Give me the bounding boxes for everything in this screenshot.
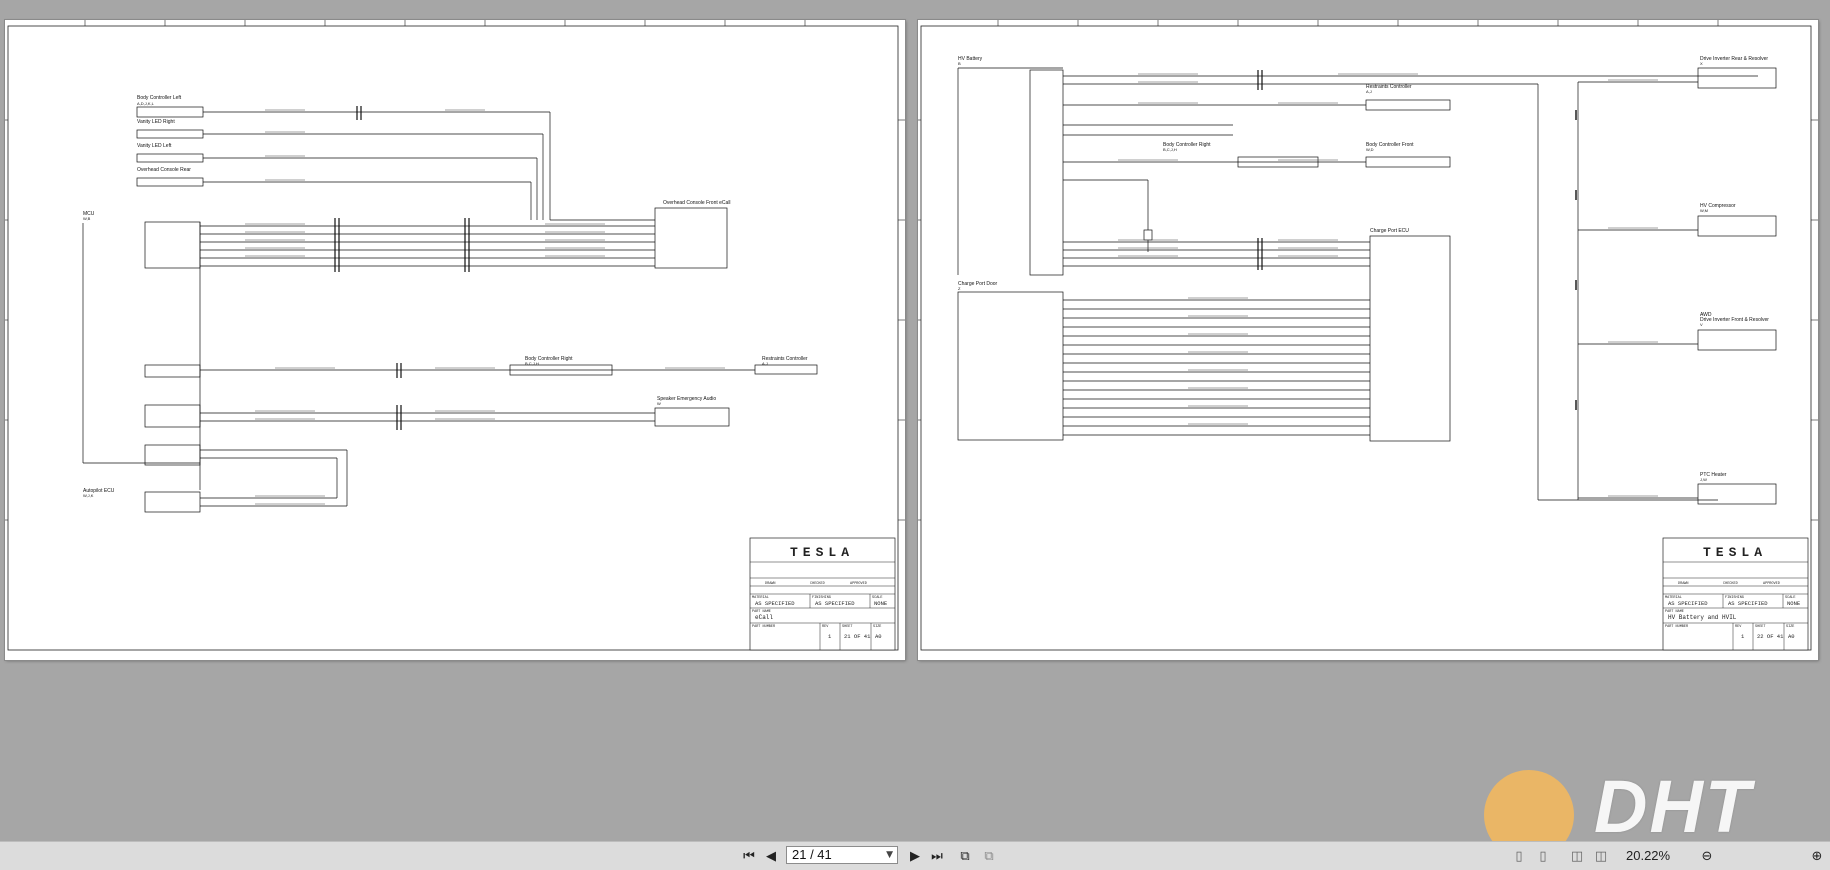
speaker-emergency-audio-id: W [657, 401, 661, 406]
two-page-view-icon[interactable]: ◫ [1568, 847, 1586, 865]
watermark-logo-text: DHT [1594, 765, 1753, 848]
schematic-sheet-left: Body Controller Left A,D,J,K,L Vanity LE… [5, 20, 905, 660]
restraints-controller-id: A,J [1366, 89, 1372, 94]
page-dropdown-chevron-icon[interactable]: ▼ [886, 847, 893, 863]
part-name: eCall [755, 614, 773, 621]
ptc-heater-id: J,W [1700, 477, 1707, 482]
scale-value: NONE [874, 600, 888, 607]
sheet-value: 22 OF 41 [1757, 633, 1784, 640]
speaker-emergency-audio-label: Speaker Emergency Audio [657, 396, 716, 402]
body-controller-right-id: B,C,J,H [1163, 147, 1177, 152]
schematic-ecall: Body Controller Left A,D,J,K,L Vanity LE… [5, 20, 905, 651]
hv-compressor-id: W,M [1700, 208, 1708, 213]
rev-label: REV [822, 625, 829, 629]
approved-label: APPROVED [850, 582, 867, 586]
single-page-view-icon[interactable]: ▯ [1510, 847, 1528, 865]
zoom-level[interactable]: 20.22% [1626, 848, 1670, 863]
finishing-value: AS SPECIFIED [815, 600, 855, 607]
next-page-icon[interactable]: ▶ [906, 847, 924, 865]
size-value: A0 [1788, 633, 1795, 640]
drawn-label: DRAWN [1678, 582, 1689, 586]
wiring-diagram-hv-battery [957, 67, 1777, 505]
viewer-toolbar: ⏮ ◀ 21 / 41 ▼ ▶ ⏭ ⧉ ⧉ ▯ ▯ ◫ ◫ 20.22% ⊖ ⊕ [0, 841, 1830, 870]
previous-page-icon[interactable]: ◀ [762, 847, 780, 865]
part-number-label: PART NUMBER [752, 625, 776, 629]
size-value: A0 [875, 633, 882, 640]
restraints-controller-label: Restraints Controller [762, 356, 808, 362]
overhead-console-rear-label: Overhead Console Rear [137, 167, 191, 173]
autopilot-ecu-id: W,J,K [83, 493, 94, 498]
zoom-out-icon[interactable]: ⊖ [1698, 847, 1716, 865]
vanity-led-left-label: Vanity LED Left [137, 143, 172, 149]
part-name: HV Battery and HVIL [1668, 614, 1737, 621]
continuous-view-icon[interactable]: ▯ [1534, 847, 1552, 865]
body-controller-front-id: W,D [1366, 147, 1374, 152]
body-controller-left-id: A,D,J,K,L [137, 101, 155, 106]
hv-battery-label: HV Battery [958, 56, 983, 62]
tesla-logo: TESLA [790, 545, 854, 560]
hv-battery-id: B [958, 61, 961, 66]
copy-pages-icon[interactable]: ⧉ [956, 847, 974, 865]
page-number-value: 21 / 41 [792, 847, 832, 862]
last-page-icon[interactable]: ⏭ [928, 847, 946, 865]
zoom-in-icon[interactable]: ⊕ [1808, 847, 1826, 865]
charge-port-door-label: Charge Port Door [958, 281, 998, 287]
restraints-controller-label: Restraints Controller [1366, 84, 1412, 90]
material-value: AS SPECIFIED [1668, 600, 1708, 607]
schematic-sheet-right: HV Battery B Restraints Controller A,J B… [918, 20, 1818, 660]
mcu-id: W,B [83, 216, 91, 221]
title-block-sheet-22: TESLA DRAWN CHECKED APPROVED MATERIAL AS… [1662, 537, 1809, 651]
drawn-label: DRAWN [765, 582, 776, 586]
two-page-continuous-icon[interactable]: ◫ [1592, 847, 1610, 865]
title-block-sheet-21: TESLA DRAWN CHECKED APPROVED MATERIAL AS… [749, 537, 896, 651]
wiring-diagram-ecall [82, 106, 818, 513]
charge-port-ecu-label: Charge Port ECU [1370, 228, 1409, 234]
schematic-hv-battery: HV Battery B Restraints Controller A,J B… [918, 20, 1818, 651]
size-label: SIZE [1786, 625, 1794, 629]
overhead-console-front-label: Overhead Console Front eCall [663, 200, 731, 206]
tesla-logo: TESLA [1703, 545, 1767, 560]
vanity-led-right-label: Vanity LED Right [137, 119, 175, 125]
drive-inverter-front-label: Drive Inverter Front & Resolver [1700, 317, 1769, 323]
drive-inverter-rear-label: Drive Inverter Rear & Resolver [1700, 56, 1768, 62]
page-number-input[interactable]: 21 / 41 ▼ [786, 846, 898, 864]
sheet-label: SHEET [842, 625, 853, 629]
checked-label: CHECKED [810, 582, 825, 586]
scale-value: NONE [1787, 600, 1801, 607]
checked-label: CHECKED [1723, 582, 1738, 586]
rev-label: REV [1735, 625, 1742, 629]
first-page-icon[interactable]: ⏮ [740, 847, 758, 865]
paste-pages-icon[interactable]: ⧉ [980, 847, 998, 865]
sheet-value: 21 OF 41 [844, 633, 871, 640]
finishing-value: AS SPECIFIED [1728, 600, 1768, 607]
size-label: SIZE [873, 625, 881, 629]
drive-inverter-rear-id: X [1700, 61, 1703, 66]
sheet-label: SHEET [1755, 625, 1766, 629]
material-value: AS SPECIFIED [755, 600, 795, 607]
drive-inverter-front-id: V [1700, 322, 1703, 327]
approved-label: APPROVED [1763, 582, 1780, 586]
part-number-label: PART NUMBER [1665, 625, 1689, 629]
